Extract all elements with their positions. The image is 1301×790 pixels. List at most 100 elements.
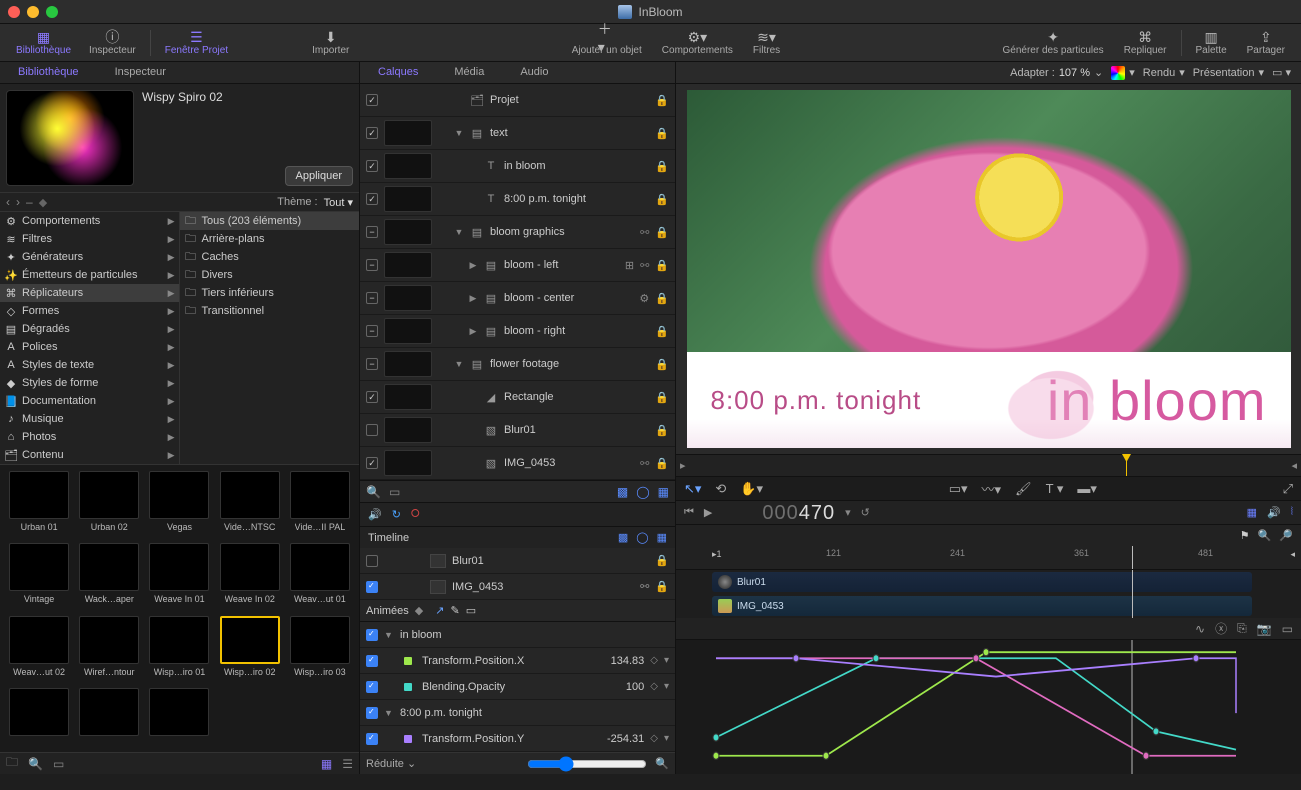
library-category-row[interactable]: ≋Filtres▶ [0, 230, 179, 248]
snapshot-icon[interactable]: ⎘ [1237, 621, 1247, 636]
nav-back-icon[interactable]: ‹ [6, 195, 10, 209]
layer-row[interactable]: ▧ IMG_0453 ⚯ 🔒 [360, 447, 675, 480]
visibility-checkbox[interactable] [366, 391, 378, 403]
grid-view-icon[interactable]: ▦ [321, 757, 332, 771]
animation-menu[interactable]: Animées ◆ ↗ ✎ ▭ [360, 600, 675, 622]
disclosure-icon[interactable]: ▶ [468, 326, 478, 337]
playhead[interactable] [1132, 570, 1133, 618]
in-point-icon[interactable]: ▸1 [712, 549, 722, 560]
timeline-behavior-icon[interactable]: ◯ [636, 531, 648, 544]
library-item[interactable]: Weav…ut 01 [287, 543, 353, 611]
timeline-filter-icon[interactable]: ▦ [657, 531, 667, 544]
library-item[interactable]: Urban 02 [76, 471, 142, 539]
disclosure-icon[interactable]: ▶ [468, 260, 478, 271]
visibility-checkbox[interactable] [366, 226, 378, 238]
layer-row[interactable]: ▶ ▤ bloom - left ⊞ ⚯ 🔒 [360, 249, 675, 282]
audio-waveform-icon[interactable]: ∿ [1195, 622, 1205, 636]
box-tool-icon[interactable]: ▭ [466, 604, 476, 617]
keyframe-param-row[interactable]: Blending.Opacity 100 ◇ ▾ [360, 674, 675, 700]
layer-row[interactable]: ◢ Rectangle 🔒 [360, 381, 675, 414]
param-value[interactable]: 134.83 [590, 655, 644, 667]
zoom-in-icon[interactable]: 🔎 [1279, 529, 1293, 542]
rectangle-tool-icon[interactable]: ▭▾ [949, 481, 968, 497]
library-subcategory-row[interactable]: 🗀Tiers inférieurs [180, 284, 360, 302]
presentation-popup[interactable]: Présentation ▾ [1193, 66, 1264, 79]
behavior-mode-icon[interactable]: ◯ [636, 485, 649, 499]
lock-icon[interactable]: 🔒 [655, 94, 669, 107]
audio-tab[interactable]: Audio [502, 62, 566, 83]
lock-icon[interactable]: 🔒 [655, 160, 669, 173]
library-item[interactable]: Wisp…iro 01 [146, 616, 212, 684]
layers-tab[interactable]: Calques [360, 62, 436, 83]
keyframe-param-row[interactable]: Transform.Position.Y -254.31 ◇ ▾ [360, 726, 675, 752]
library-category-row[interactable]: APolices▶ [0, 338, 179, 356]
zoom-out-icon[interactable]: 🔍 [1258, 529, 1272, 542]
lock-icon[interactable]: 🔒 [655, 325, 669, 338]
new-folder-icon[interactable]: 🗀 [6, 753, 18, 774]
timeline-row[interactable]: Blur01 🔒 [360, 548, 675, 574]
apply-button[interactable]: Appliquer [285, 166, 353, 186]
library-category-row[interactable]: ⚙Comportements▶ [0, 212, 179, 230]
reset-icon[interactable]: ↺ [861, 506, 870, 519]
minimize-window-icon[interactable] [27, 6, 39, 18]
select-tool-icon[interactable]: ↖▾ [684, 481, 701, 497]
timeline-row[interactable]: IMG_0453 ⚯ 🔒 [360, 574, 675, 600]
expand-canvas-icon[interactable]: ⤢ [1283, 481, 1293, 497]
timecode-menu-icon[interactable]: ▾ [845, 506, 851, 519]
library-category-row[interactable]: 🗂Contenu▶ [0, 446, 179, 464]
library-category-row[interactable]: ⌘Réplicateurs▶ [0, 284, 179, 302]
disclosure-icon[interactable]: ▼ [454, 359, 464, 369]
library-item[interactable]: Vegas [146, 471, 212, 539]
nav-path[interactable]: – [26, 195, 33, 209]
close-window-icon[interactable] [8, 6, 20, 18]
link-icon[interactable]: ⚯ [640, 457, 649, 470]
filter-layers-icon[interactable]: ▭ [389, 485, 400, 499]
playhead-icon[interactable] [1126, 455, 1127, 476]
generate-particles-button[interactable]: ✦ Générer des particules [995, 27, 1112, 58]
library-category-row[interactable]: ✨Émetteurs de particules▶ [0, 266, 179, 284]
share-button[interactable]: ⇪ Partager [1239, 27, 1293, 58]
prev-keyframe-icon[interactable]: ◇ [650, 655, 658, 666]
layer-row[interactable]: ▼ ▤ bloom graphics ⚯ 🔒 [360, 216, 675, 249]
timeline-ruler[interactable]: ▸1 121 241 361 481 ◂ [676, 546, 1301, 570]
param-checkbox[interactable] [366, 733, 378, 745]
visibility-checkbox[interactable] [366, 94, 378, 106]
audio-toggle-icon[interactable]: 🔊 [368, 508, 382, 521]
library-category-row[interactable]: ▤Dégradés▶ [0, 320, 179, 338]
link-icon[interactable]: ⚯ [640, 226, 649, 239]
disclosure-icon[interactable]: ▼ [454, 227, 464, 237]
show-curves-icon[interactable]: ⦚ [1291, 506, 1293, 519]
keyframe-editor-icon[interactable]: ▦ [1247, 506, 1257, 519]
add-object-button[interactable]: ＋▾ Ajouter un objet [564, 27, 650, 58]
library-subcategories[interactable]: 🗀Tous (203 éléments)🗀Arrière-plans🗀Cache… [180, 212, 360, 464]
lock-icon[interactable]: 🔒 [655, 226, 669, 239]
library-toolbar-button[interactable]: ▦ Bibliothèque [8, 27, 79, 58]
library-category-row[interactable]: ✦Générateurs▶ [0, 248, 179, 266]
library-subcategory-row[interactable]: 🗀Transitionnel [180, 302, 360, 320]
filter-mode-icon[interactable]: ▦ [658, 485, 669, 499]
library-item[interactable]: Urban 01 [6, 471, 72, 539]
lock-icon[interactable]: 🔒 [655, 580, 669, 593]
visibility-checkbox[interactable] [366, 325, 378, 337]
media-tab[interactable]: Média [436, 62, 502, 83]
lock-icon[interactable]: 🔒 [655, 193, 669, 206]
shape-mask-tool-icon[interactable]: ▬▾ [1077, 481, 1097, 497]
go-start-icon[interactable]: ⏮ [684, 506, 694, 519]
visibility-checkbox[interactable] [366, 581, 378, 593]
lock-icon[interactable]: 🔒 [655, 457, 669, 470]
mini-timeline[interactable]: ▸ ◂ [676, 454, 1301, 476]
library-item[interactable] [76, 688, 142, 746]
play-icon[interactable]: ▶ [704, 506, 712, 519]
audio-timeline-icon[interactable]: 🔊 [1267, 506, 1281, 519]
mask-mode-icon[interactable]: ▩ [617, 485, 628, 499]
in-point-icon[interactable]: ▸ [680, 459, 686, 472]
timeline-clip[interactable]: Blur01 [712, 572, 1252, 592]
visibility-checkbox[interactable] [366, 555, 378, 567]
disclosure-icon[interactable]: ▼ [384, 708, 394, 718]
timecode-display[interactable]: 000000470470 [762, 500, 835, 525]
library-category-row[interactable]: AStyles de texte▶ [0, 356, 179, 374]
library-item[interactable]: Wack…aper [76, 543, 142, 611]
layer-row[interactable]: ▼ ▤ flower footage 🔒 [360, 348, 675, 381]
library-category-row[interactable]: ◇Formes▶ [0, 302, 179, 320]
keyframe-menu-icon[interactable]: ▾ [664, 733, 669, 744]
